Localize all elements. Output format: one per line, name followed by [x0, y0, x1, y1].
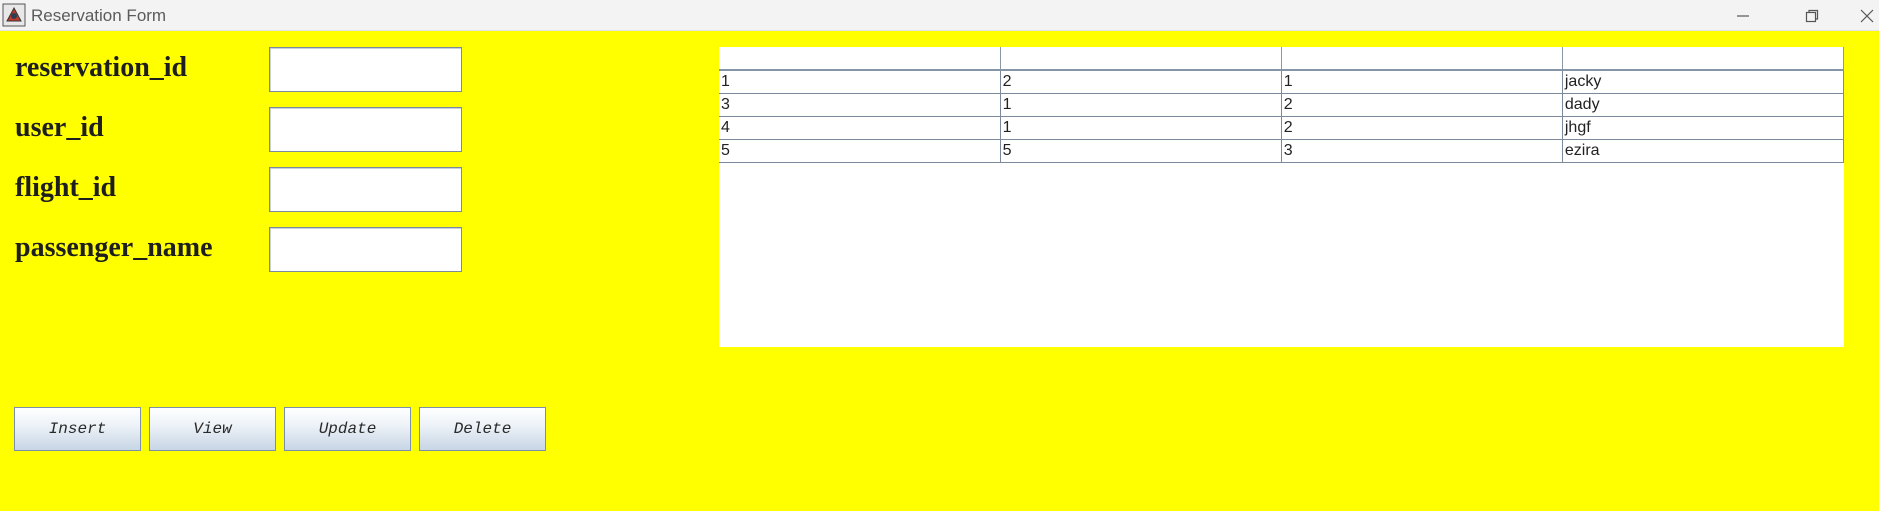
table-cell[interactable]: jhgf [1561, 116, 1845, 140]
delete-button[interactable]: Delete [419, 407, 546, 451]
column-header[interactable] [1000, 47, 1282, 71]
passenger-name-label: passenger_name [15, 232, 213, 263]
table-row[interactable]: 1 2 1 jacky [719, 69, 1845, 94]
column-header[interactable] [719, 47, 1001, 71]
reservation-id-label: reservation_id [15, 52, 188, 83]
passenger-name-input[interactable] [269, 227, 462, 272]
table-cell[interactable]: 1 [1280, 69, 1563, 94]
table-cell[interactable]: 2 [1280, 93, 1563, 117]
table-cell[interactable]: 2 [1280, 116, 1563, 140]
reservations-table[interactable]: 1 2 1 jacky 3 1 2 dady 4 1 2 jhgf 5 5 3 [719, 47, 1845, 163]
table-row[interactable]: 4 1 2 jhgf [719, 116, 1845, 140]
update-button[interactable]: Update [284, 407, 411, 451]
java-app-icon [2, 3, 26, 27]
user-id-input[interactable] [269, 107, 462, 152]
minimize-icon [1737, 14, 1749, 17]
view-button[interactable]: View [149, 407, 276, 451]
close-button[interactable] [1855, 0, 1879, 31]
minimize-button[interactable] [1720, 0, 1766, 31]
table-cell[interactable]: 5 [999, 139, 1282, 163]
table-row[interactable]: 3 1 2 dady [719, 93, 1845, 117]
insert-button[interactable]: Insert [14, 407, 141, 451]
column-header[interactable] [1562, 47, 1845, 71]
table-cell[interactable]: 1 [999, 93, 1282, 117]
restore-button[interactable] [1789, 0, 1835, 31]
table-cell[interactable]: 2 [999, 69, 1282, 94]
table-header-row [719, 47, 1845, 71]
reservations-table-panel[interactable]: 1 2 1 jacky 3 1 2 dady 4 1 2 jhgf 5 5 3 [719, 47, 1845, 347]
title-bar: Reservation Form [0, 0, 1879, 31]
table-cell[interactable]: dady [1561, 93, 1845, 117]
table-cell[interactable]: 5 [719, 139, 1001, 163]
restore-icon [1805, 9, 1819, 22]
table-cell[interactable]: 1 [719, 69, 1001, 94]
reservation-id-input[interactable] [269, 47, 462, 92]
table-cell[interactable]: jacky [1561, 69, 1845, 94]
column-header[interactable] [1281, 47, 1563, 71]
table-row[interactable]: 5 5 3 ezira [719, 139, 1845, 163]
table-cell[interactable]: 1 [999, 116, 1282, 140]
table-cell[interactable]: 3 [1280, 139, 1563, 163]
table-cell[interactable]: ezira [1561, 139, 1845, 163]
flight-id-label: flight_id [15, 172, 117, 203]
user-id-label: user_id [15, 112, 104, 143]
table-cell[interactable]: 4 [719, 116, 1001, 140]
close-icon [1860, 9, 1874, 22]
flight-id-input[interactable] [269, 167, 462, 212]
window-title: Reservation Form [31, 6, 167, 25]
table-cell[interactable]: 3 [719, 93, 1001, 117]
